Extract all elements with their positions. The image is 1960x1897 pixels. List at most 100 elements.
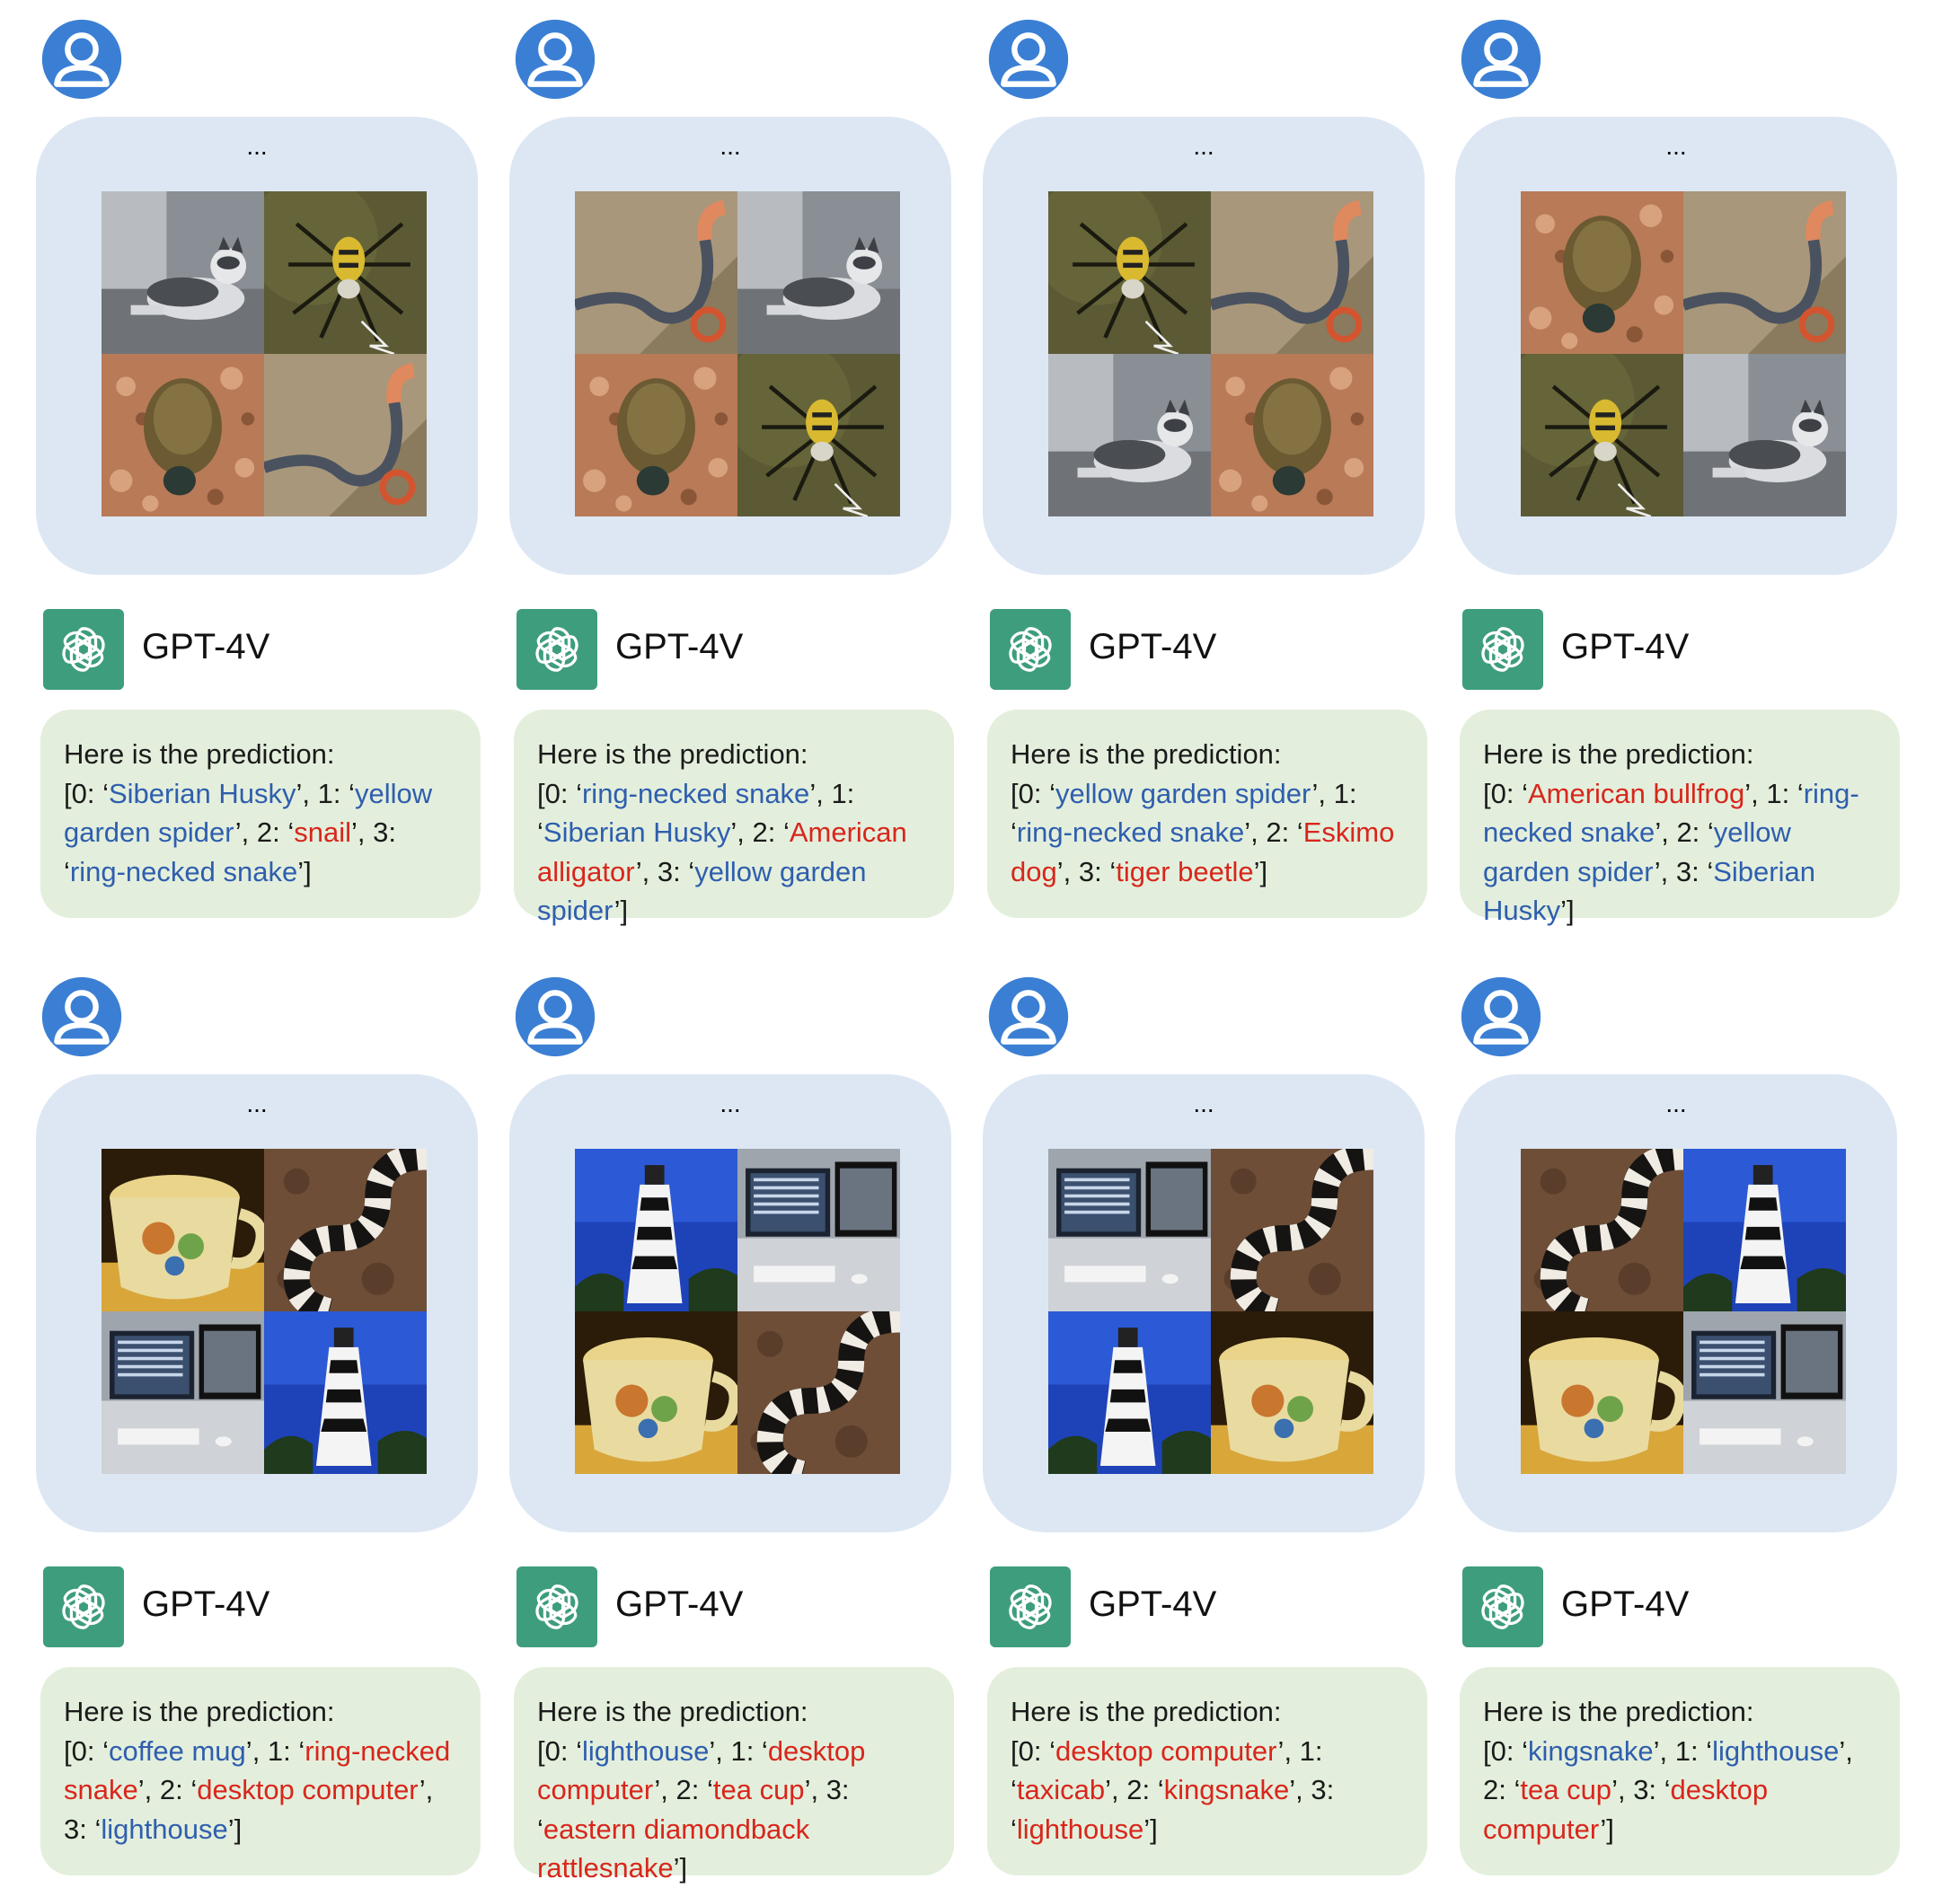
predicted-label: lighthouse xyxy=(101,1813,228,1845)
ellipsis-text: ... xyxy=(720,1090,741,1117)
predicted-label: lighthouse xyxy=(581,1734,710,1767)
prediction-list: [0: ‘Siberian Husky’, 1: ‘yellow garden … xyxy=(64,777,433,887)
predicted-label: American bullfrog xyxy=(1527,777,1745,809)
predicted-label: ring-necked snake xyxy=(69,855,298,887)
openai-logo-icon xyxy=(990,609,1071,690)
computer-image xyxy=(1683,1311,1846,1474)
ellipsis-text: ... xyxy=(1193,1090,1214,1117)
model-header: GPT-4V xyxy=(43,1566,474,1647)
predicted-label: lighthouse xyxy=(1712,1734,1840,1767)
prediction-bubble: Here is the prediction: [0: ‘ring-necked… xyxy=(514,710,954,926)
predicted-label: ring-necked snake xyxy=(581,777,810,809)
predicted-label: lighthouse xyxy=(1016,1813,1144,1845)
husky-image xyxy=(737,191,900,354)
spider-image xyxy=(1048,191,1211,354)
computer-image xyxy=(737,1149,900,1311)
lighthouse-image xyxy=(1048,1311,1211,1474)
user-avatar-icon xyxy=(515,19,596,100)
openai-logo-icon xyxy=(1462,609,1543,690)
user-avatar-icon xyxy=(1461,19,1541,100)
prediction-heading: Here is the prediction: xyxy=(64,1696,335,1727)
predicted-label: snail xyxy=(294,816,351,848)
prediction-list: [0: ‘coffee mug’, 1: ‘ring-necked snake’… xyxy=(64,1734,451,1845)
prediction-list: [0: ‘ring-necked snake’, 1: ‘Siberian Hu… xyxy=(537,777,907,927)
image-grid xyxy=(575,191,900,516)
user-avatar-icon xyxy=(988,976,1069,1057)
user-avatar-icon xyxy=(988,19,1069,100)
bullfrog-image xyxy=(575,354,737,516)
predicted-label: eastern diamondback rattlesnake xyxy=(537,1813,810,1884)
image-grid xyxy=(102,191,427,516)
snake-image xyxy=(575,191,737,354)
prediction-bubble: Here is the prediction: [0: ‘yellow gard… xyxy=(987,710,1427,918)
openai-logo-icon xyxy=(516,1566,597,1647)
prediction-heading: Here is the prediction: xyxy=(1011,1696,1282,1727)
ellipsis-text: ... xyxy=(246,1090,268,1117)
snake-image xyxy=(1211,191,1373,354)
predicted-label: tea cup xyxy=(712,1774,805,1805)
computer-image xyxy=(1048,1149,1211,1311)
prediction-bubble: Here is the prediction: [0: ‘Siberian Hu… xyxy=(40,710,481,918)
predicted-label: Siberian Husky xyxy=(108,777,296,809)
bullfrog-image xyxy=(102,354,264,516)
predicted-label: taxicab xyxy=(1016,1774,1106,1805)
model-header: GPT-4V xyxy=(1462,609,1894,690)
model-header: GPT-4V xyxy=(516,609,948,690)
prediction-list: [0: ‘American bullfrog’, 1: ‘ring-necked… xyxy=(1483,777,1859,927)
prediction-list: [0: ‘kingsnake’, 1: ‘lighthouse’, 2: ‘te… xyxy=(1483,1734,1853,1845)
bullfrog-image xyxy=(1211,354,1373,516)
model-name: GPT-4V xyxy=(1089,627,1217,666)
predicted-label: Siberian Husky xyxy=(543,816,731,848)
model-name: GPT-4V xyxy=(615,627,744,666)
predicted-label: desktop computer xyxy=(1055,1734,1278,1767)
image-grid xyxy=(102,1149,427,1474)
user-image-bubble: ... xyxy=(1455,117,1897,575)
model-header: GPT-4V xyxy=(516,1566,948,1647)
openai-logo-icon xyxy=(1462,1566,1543,1647)
prediction-bubble: Here is the prediction: [0: ‘American bu… xyxy=(1460,710,1900,926)
kingsnake-image xyxy=(1211,1149,1373,1311)
user-image-bubble: ... xyxy=(1455,1074,1897,1532)
kingsnake-image xyxy=(264,1149,427,1311)
user-image-bubble: ... xyxy=(983,1074,1425,1532)
prediction-list: [0: ‘lighthouse’, 1: ‘desktop computer’,… xyxy=(537,1734,866,1884)
model-name: GPT-4V xyxy=(142,1584,270,1624)
ellipsis-text: ... xyxy=(1665,132,1687,160)
predicted-label: tea cup xyxy=(1520,1774,1612,1805)
ellipsis-text: ... xyxy=(1193,132,1214,160)
model-header: GPT-4V xyxy=(1462,1566,1894,1647)
husky-image xyxy=(1048,354,1211,516)
prediction-heading: Here is the prediction: xyxy=(1483,738,1754,770)
predicted-label: kingsnake xyxy=(1163,1774,1290,1805)
prediction-bubble: Here is the prediction: [0: ‘lighthouse’… xyxy=(514,1667,954,1884)
ellipsis-text: ... xyxy=(246,132,268,160)
lighthouse-image xyxy=(1683,1149,1846,1311)
prediction-heading: Here is the prediction: xyxy=(537,1696,808,1727)
kingsnake-image xyxy=(1521,1149,1683,1311)
prediction-heading: Here is the prediction: xyxy=(537,738,808,770)
lighthouse-image xyxy=(575,1149,737,1311)
user-image-bubble: ... xyxy=(36,117,478,575)
model-name: GPT-4V xyxy=(1561,627,1690,666)
lighthouse-image xyxy=(264,1311,427,1474)
image-grid xyxy=(1048,191,1373,516)
image-grid xyxy=(1048,1149,1373,1474)
mug-image xyxy=(102,1149,264,1311)
user-avatar-icon xyxy=(41,19,122,100)
prediction-bubble: Here is the prediction: [0: ‘kingsnake’,… xyxy=(1460,1667,1900,1875)
model-name: GPT-4V xyxy=(1089,1584,1217,1624)
predicted-label: ring-necked snake xyxy=(1016,816,1245,848)
model-header: GPT-4V xyxy=(990,609,1421,690)
user-image-bubble: ... xyxy=(509,117,951,575)
predicted-label: yellow garden spider xyxy=(1055,777,1312,809)
user-avatar-icon xyxy=(1461,976,1541,1057)
spider-image xyxy=(737,354,900,516)
husky-image xyxy=(1683,354,1846,516)
openai-logo-icon xyxy=(990,1566,1071,1647)
openai-logo-icon xyxy=(43,1566,124,1647)
model-header: GPT-4V xyxy=(43,609,474,690)
openai-logo-icon xyxy=(43,609,124,690)
prediction-bubble: Here is the prediction: [0: ‘desktop com… xyxy=(987,1667,1427,1875)
predicted-label: desktop computer xyxy=(197,1774,419,1805)
ellipsis-text: ... xyxy=(720,132,741,160)
